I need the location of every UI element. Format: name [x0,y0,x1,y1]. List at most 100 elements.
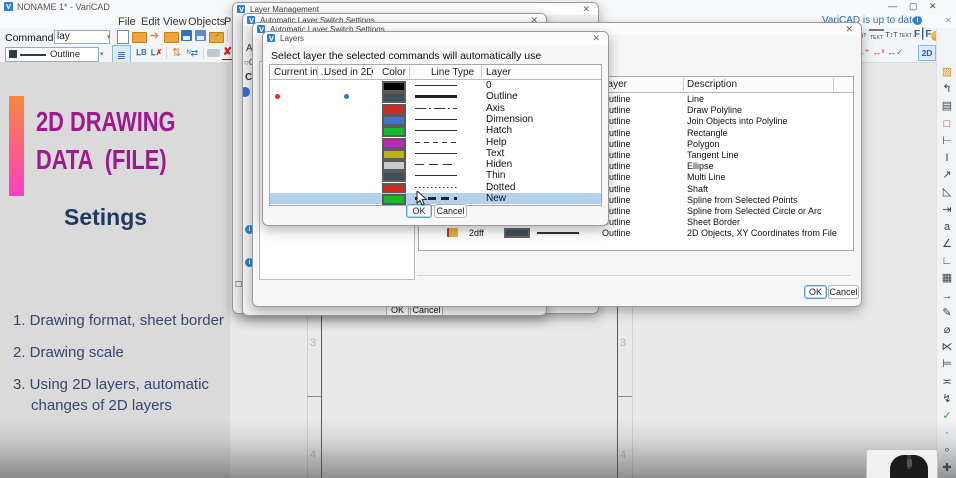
line-type-sample [415,153,457,154]
menu-view[interactable]: View [163,16,187,28]
minimize-button[interactable]: — [888,1,897,11]
layers-table-row[interactable]: Axis [270,103,601,114]
close-button[interactable]: ✕ [929,1,937,12]
notice-close-icon[interactable]: ✕ [945,16,952,25]
layer-name: Thin [486,170,505,181]
cad-tool-icon[interactable]: ✎ [937,305,956,321]
video-overlay-panel: 2D DRAWING DATA (FILE) Setings 1. Drawin… [0,62,230,478]
close-icon[interactable]: ✕ [592,33,600,44]
cad-tool-icon[interactable]: ↰ [937,81,956,97]
cad-tool-icon[interactable]: ▦ [937,270,956,286]
color-swatch[interactable] [382,194,406,205]
zone-label: 4 [310,449,316,461]
cad-tool-icon[interactable]: ⊨ [937,356,956,372]
layer-delete-icon[interactable]: L̲✗ [149,46,164,60]
save-as-icon[interactable] [195,30,206,41]
info-icon[interactable]: i [913,16,922,25]
cad-tool-icon[interactable]: ✚ [937,460,956,476]
maximize-button[interactable]: ▢ [909,1,918,12]
cad-tool-icon[interactable]: ∠ [937,236,956,252]
cad-tool-icon[interactable]: ▤ [937,98,956,114]
line-type-sample [415,187,457,188]
layer-switch-tool-active[interactable]: ≣ [112,45,131,63]
layer-name: Dotted [486,182,515,193]
command-input[interactable]: lay [54,30,110,44]
layers-table-row[interactable]: Dimension [270,114,601,125]
command-label: Command: [5,32,56,44]
layers-table-row[interactable]: Thin [270,170,601,181]
cad-tool-icon[interactable]: ✓ [937,408,956,424]
row-description: Spline from Selected Circle or Arc [687,206,822,216]
cad-tool-icon[interactable]: ⋉ [937,339,956,355]
row-description: Sheet Border [687,217,740,227]
import-icon[interactable]: ➔ [147,29,162,43]
layers-dialog: Layers ✕ Select layer the selected comma… [262,31,609,226]
row-description: Multi Line [687,172,726,182]
cad-tool-icon[interactable]: ◺ [937,184,956,200]
layers-table-row[interactable]: New [270,193,601,204]
sheet-border-right [617,300,618,478]
dimension-ok-icon[interactable]: ↔✓ [887,45,902,59]
dialog-icon [267,34,275,42]
text-lines-icon[interactable]: TEXT [869,29,884,45]
layers-table-row[interactable]: Dotted [270,182,601,193]
font-icon[interactable]: F⎮F [914,28,929,42]
line-type-sample [415,130,457,131]
auto-switch-row[interactable]: 2dffOutline2D Objects, XY Coordinates fr… [419,227,853,238]
new-file-icon[interactable] [117,30,129,44]
cad-tool-icon[interactable]: ∟ [937,253,956,269]
layers-table-row[interactable]: 0 [270,80,601,91]
menu-edit[interactable]: Edit [141,16,160,28]
dimension-delete-icon[interactable]: ↔ˣ [871,45,886,59]
layer-selector[interactable]: Outline [5,47,99,62]
rename-layer-icon[interactable]: ᴺ⇄ [185,46,200,60]
cad-tool-icon[interactable]: ▨ [937,64,956,80]
close-icon[interactable]: ✕ [582,4,590,15]
layers-table-row[interactable]: Hiden [270,159,601,170]
mouse-graphic [890,455,928,478]
panel-list-item: 1. Drawing format, sheet border [13,310,225,331]
cad-tool-icon[interactable]: ⇥ [937,202,956,218]
layers-table-row[interactable]: Hatch [270,125,601,136]
layers-table-row[interactable]: Help [270,137,601,148]
cad-tool-icon[interactable]: ≍ [937,374,956,390]
layer-edit-icon[interactable]: L̲B [134,46,149,60]
menu-objects[interactable]: Objects [188,16,225,28]
cad-tool-icon[interactable]: Ι [937,150,956,166]
layers-table-row[interactable]: Text [270,148,601,159]
save-icon[interactable] [181,30,192,41]
line-type-sample [415,164,457,165]
blue-marker-fragment [242,87,250,97]
layers-table-row[interactable]: Outline [270,91,601,102]
layer-dropdown-icon[interactable]: ▾ [100,50,104,58]
cad-tool-icon[interactable]: ↗ [937,167,956,183]
current-marker-dot [275,94,280,99]
row-description: Polygon [687,139,720,149]
cad-tool-icon[interactable]: ⌀ [937,322,956,338]
cad-tool-icon[interactable]: a [937,219,956,235]
cad-tool-icon[interactable]: □ [937,116,956,132]
zone-label: 4 [620,449,626,461]
cad-tool-icon[interactable]: ↯ [937,391,956,407]
close-icon[interactable]: ✕ [845,24,853,35]
cad-tool-icon[interactable]: ⊢ [937,133,956,149]
move-layer-icon[interactable]: ⇅ [169,46,184,60]
open-recent-icon[interactable] [164,32,179,43]
command-dropdown-icon[interactable]: ▾ [107,33,111,41]
cancel-button[interactable]: Cancel [828,285,859,299]
cad-tool-icon[interactable]: → [937,288,956,304]
line-type-sample [537,232,579,234]
cad-tool-icon[interactable]: · [937,425,956,441]
text-width-icon[interactable]: TEXT↔ [899,29,914,43]
view-2d-button[interactable]: 2D [918,45,936,61]
cad-tool-icon[interactable]: ∘ [937,442,956,458]
cancel-button[interactable]: Cancel [434,204,467,218]
line-type-sample [415,95,457,98]
ok-button[interactable]: OK [804,285,827,299]
dialog-titlebar[interactable]: Layers ✕ [263,32,608,45]
layer-name: Text [486,148,504,159]
text-height-icon[interactable]: T↕T [884,29,899,43]
open-file-icon[interactable] [132,32,147,43]
layer-name: Hatch [486,125,512,136]
menu-file[interactable]: File [118,16,136,28]
